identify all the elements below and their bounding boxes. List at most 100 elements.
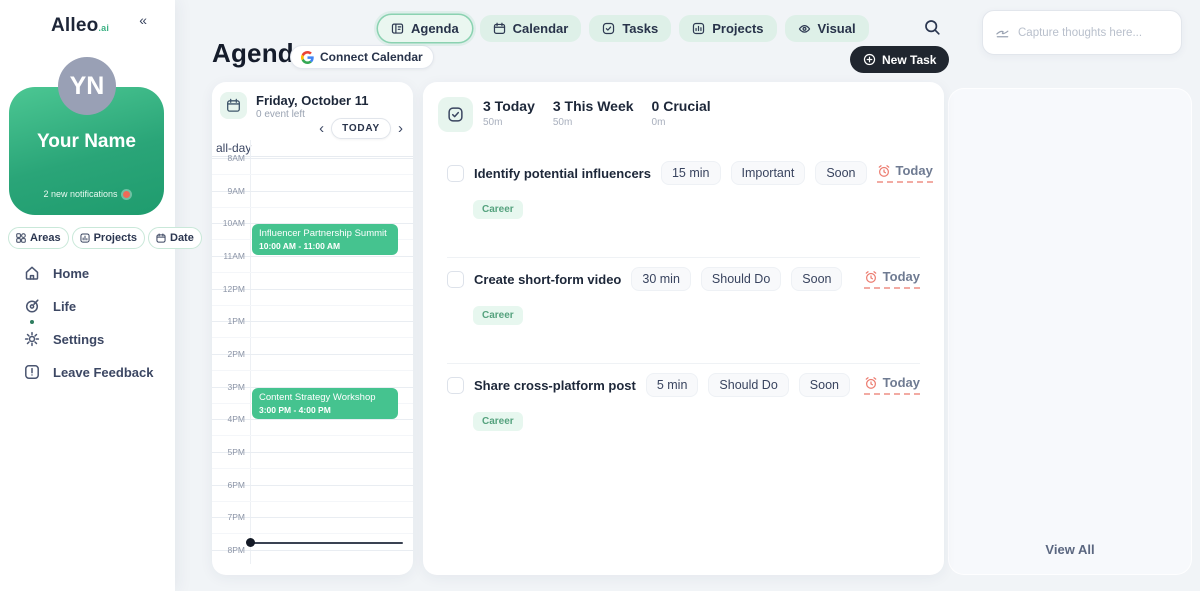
scribble-icon xyxy=(995,25,1010,40)
prev-day-icon[interactable]: ‹ xyxy=(319,121,324,136)
main-nav-tabs: Agenda Calendar Tasks Projects Visual xyxy=(378,15,869,42)
calendar-header-icon xyxy=(220,92,247,119)
filter-date-button[interactable]: Date xyxy=(148,227,202,249)
sidebar-item-home-label: Home xyxy=(53,266,89,281)
life-goal-icon xyxy=(24,298,40,314)
filter-areas-button[interactable]: Areas xyxy=(8,227,69,249)
home-icon xyxy=(24,265,40,281)
half-hour-line xyxy=(212,305,413,306)
task-due[interactable]: Today xyxy=(864,269,920,289)
alarm-icon xyxy=(877,164,891,178)
task-checkbox[interactable] xyxy=(447,377,464,394)
task-row: Create short-form video 30 min Should Do… xyxy=(447,258,920,364)
task-row: Identify potential influencers 15 min Im… xyxy=(447,152,920,258)
tab-projects[interactable]: Projects xyxy=(679,15,776,42)
tab-tasks-label: Tasks xyxy=(622,21,658,36)
alarm-icon xyxy=(864,270,878,284)
current-time-dot[interactable] xyxy=(246,538,255,547)
task-checkbox[interactable] xyxy=(447,165,464,182)
today-button[interactable]: TODAY xyxy=(331,118,391,139)
task-title[interactable]: Share cross-platform post xyxy=(474,378,636,393)
user-name: Your Name xyxy=(9,131,164,153)
task-when-chip[interactable]: Soon xyxy=(799,373,850,397)
tab-visual[interactable]: Visual xyxy=(785,15,869,42)
task-tag-career[interactable]: Career xyxy=(473,200,523,219)
task-priority-chip[interactable]: Should Do xyxy=(701,267,781,291)
calendar-panel: Friday, October 11 0 event left ‹ TODAY … xyxy=(212,82,413,575)
sidebar-item-life[interactable]: Life xyxy=(24,298,153,314)
task-due-label: Today xyxy=(883,269,920,284)
task-priority-chip[interactable]: Important xyxy=(731,161,806,185)
hour-line: 9AM xyxy=(212,191,413,192)
sidebar-filter-pills: Areas Projects Date xyxy=(8,227,202,249)
connect-calendar-button[interactable]: Connect Calendar xyxy=(290,45,434,69)
task-checkbox[interactable] xyxy=(447,271,464,288)
tab-agenda-label: Agenda xyxy=(411,21,459,36)
date-icon xyxy=(156,233,166,243)
task-title[interactable]: Create short-form video xyxy=(474,272,621,287)
hour-line: 8AM xyxy=(212,158,413,159)
tab-tasks[interactable]: Tasks xyxy=(589,15,671,42)
view-all-link[interactable]: View All xyxy=(948,542,1192,557)
capture-thoughts-input[interactable] xyxy=(1018,27,1169,39)
notifications-text[interactable]: 2 new notifications xyxy=(9,189,164,199)
calendar-icon xyxy=(493,22,506,35)
task-row: Share cross-platform post 5 min Should D… xyxy=(447,364,920,470)
hour-line: 1PM xyxy=(212,321,413,322)
hour-line: 2PM xyxy=(212,354,413,355)
sidebar-item-settings[interactable]: Settings xyxy=(24,331,153,347)
capture-thoughts-box[interactable] xyxy=(982,10,1182,55)
agenda-icon xyxy=(391,22,404,35)
hour-line: 4PM xyxy=(212,419,413,420)
connect-calendar-label: Connect Calendar xyxy=(320,50,423,64)
task-main-line: Identify potential influencers 15 min Im… xyxy=(447,161,920,185)
calendar-event[interactable]: Content Strategy Workshop 3:00 PM - 4:00… xyxy=(252,388,398,419)
task-title[interactable]: Identify potential influencers xyxy=(474,166,651,181)
task-due[interactable]: Today xyxy=(864,375,920,395)
google-icon xyxy=(301,51,314,64)
time-label: 7PM xyxy=(212,512,245,522)
task-duration-chip[interactable]: 15 min xyxy=(661,161,721,185)
half-hour-line xyxy=(212,337,413,338)
current-time-line[interactable] xyxy=(250,542,403,544)
notifications-label: 2 new notifications xyxy=(43,189,117,199)
task-due[interactable]: Today xyxy=(877,163,933,183)
task-tag-career[interactable]: Career xyxy=(473,306,523,325)
tasks-panel: 3 Today 50m 3 This Week 50m 0 Crucial 0m… xyxy=(423,82,944,575)
calendar-event[interactable]: Influencer Partnership Summit 10:00 AM -… xyxy=(252,224,398,255)
stat-today: 3 Today 50m xyxy=(483,98,535,128)
tab-calendar-label: Calendar xyxy=(513,21,569,36)
new-task-button[interactable]: New Task xyxy=(850,46,949,73)
plus-circle-icon xyxy=(863,53,876,66)
task-priority-chip[interactable]: Should Do xyxy=(708,373,788,397)
calendar-time-grid[interactable]: all-day 8AM 9AM 10AM 11AM 12PM 1PM 2PM 3… xyxy=(212,140,413,570)
task-duration-chip[interactable]: 30 min xyxy=(631,267,691,291)
half-hour-line xyxy=(212,370,413,371)
filter-projects-button[interactable]: Projects xyxy=(72,227,145,249)
task-stats: 3 Today 50m 3 This Week 50m 0 Crucial 0m xyxy=(438,97,711,132)
time-label: 2PM xyxy=(212,349,245,359)
stat-this-week-label: 3 This Week xyxy=(553,98,634,114)
tab-agenda[interactable]: Agenda xyxy=(378,15,472,42)
time-label: 6PM xyxy=(212,480,245,490)
sidebar-item-leave-feedback[interactable]: Leave Feedback xyxy=(24,364,153,380)
task-duration-chip[interactable]: 5 min xyxy=(646,373,699,397)
sidebar-item-home[interactable]: Home xyxy=(24,265,153,281)
task-when-chip[interactable]: Soon xyxy=(815,161,866,185)
hour-line: 5PM xyxy=(212,452,413,453)
projects-nav-icon xyxy=(692,22,705,35)
task-when-chip[interactable]: Soon xyxy=(791,267,842,291)
tab-calendar[interactable]: Calendar xyxy=(480,15,582,42)
search-icon[interactable] xyxy=(924,19,941,36)
half-hour-line xyxy=(212,207,413,208)
stats-group: 3 Today 50m 3 This Week 50m 0 Crucial 0m xyxy=(483,97,711,128)
sidebar-item-settings-label: Settings xyxy=(53,332,104,347)
task-tag-career[interactable]: Career xyxy=(473,412,523,431)
stat-this-week-sub: 50m xyxy=(553,117,634,128)
filter-date-label: Date xyxy=(170,232,194,244)
collapse-sidebar-icon[interactable]: « xyxy=(139,12,147,28)
half-hour-line xyxy=(212,501,413,502)
next-day-icon[interactable]: › xyxy=(398,121,403,136)
hour-line: 11AM xyxy=(212,256,413,257)
avatar[interactable]: YN xyxy=(58,57,116,115)
